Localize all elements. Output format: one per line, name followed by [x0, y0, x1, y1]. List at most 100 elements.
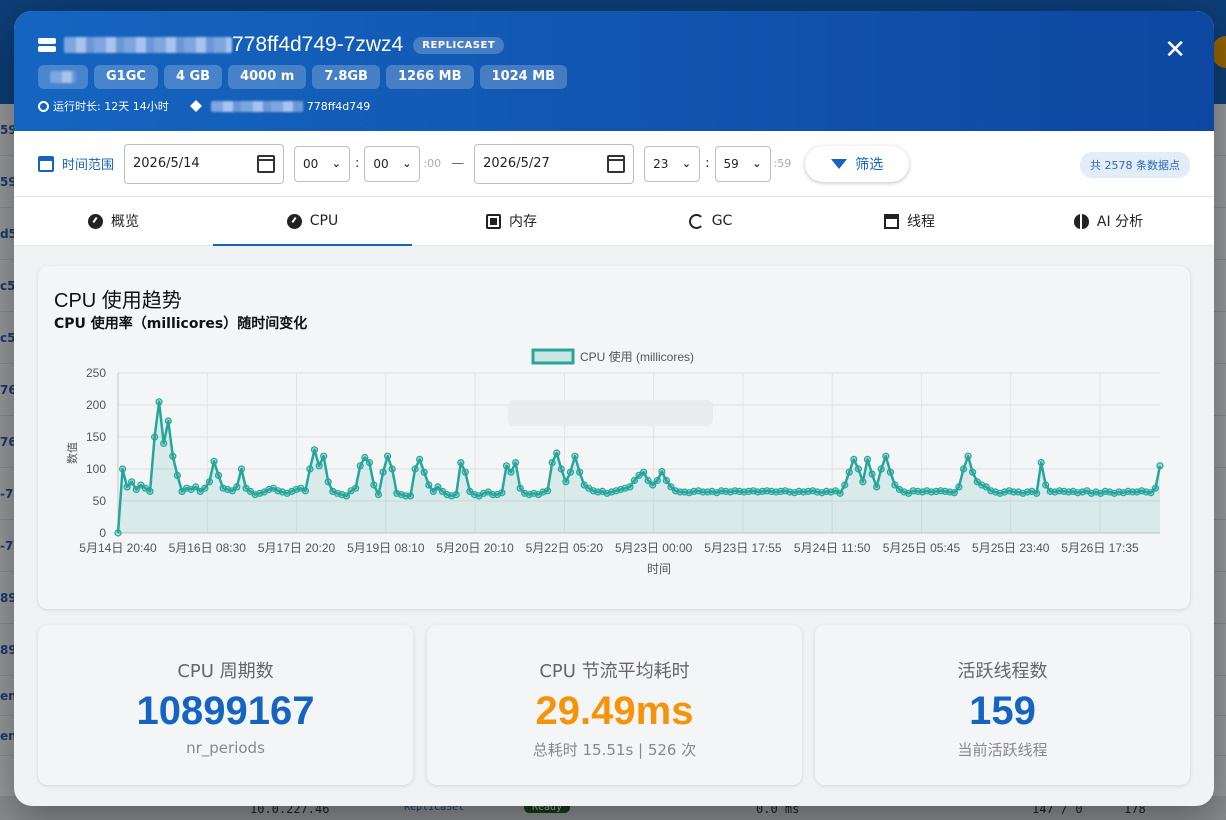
replicaset-name: 778ff4d749 [306, 99, 371, 113]
data-point [959, 465, 968, 473]
pod-name: 778ff4d749-7zwz4 [232, 33, 404, 56]
data-point [557, 465, 565, 473]
chip-icon [486, 213, 501, 229]
y-axis-title: 数值 [66, 442, 79, 464]
stat-label: CPU 周期数 [177, 661, 274, 682]
tab-3[interactable]: GC [611, 197, 810, 245]
data-point [512, 459, 520, 467]
x-tick-label: 5月14日 20:40 [79, 541, 157, 555]
start-minute-select[interactable]: 00 ⌄ [364, 145, 421, 182]
meta-row: 运行时长: 12天 14小时 778ff4d749 [38, 98, 1190, 114]
data-point [882, 452, 890, 460]
resource-chip: 7.8GB [312, 65, 380, 89]
range-separator: — [451, 156, 465, 171]
close-button[interactable]: ✕ [1164, 35, 1186, 65]
y-tick-label: 100 [86, 462, 106, 476]
time-colon: : [705, 156, 710, 171]
data-point [854, 465, 863, 473]
end-hour-value: 23 [653, 156, 669, 171]
data-point [571, 452, 579, 460]
chevron-down-icon: ⌄ [681, 157, 692, 170]
data-point [461, 468, 469, 476]
data-point [310, 446, 319, 454]
stat-card: 活跃线程数 159 当前活跃线程 [815, 625, 1190, 785]
data-point [214, 471, 223, 479]
brain-icon [1073, 213, 1089, 229]
data-point [160, 439, 168, 447]
end-minute-select[interactable]: 59 ⌄ [714, 145, 771, 182]
data-point [356, 462, 364, 470]
data-point [146, 487, 154, 495]
legend-swatch [531, 348, 575, 365]
stat-value: 159 [969, 689, 1036, 733]
data-point [639, 468, 648, 476]
data-point [237, 465, 245, 473]
data-point [955, 483, 963, 491]
data-point [653, 476, 661, 485]
x-tick-label: 5月24日 11:50 [794, 541, 871, 555]
resource-chip: 1024 MB [479, 65, 568, 89]
data-point [548, 459, 556, 467]
data-point [553, 449, 561, 457]
redacted-pod-name [64, 37, 232, 53]
start-hour-value: 00 [303, 156, 319, 171]
date-picker-icon[interactable] [257, 154, 276, 173]
stat-subtext: 当前活跃线程 [957, 741, 1048, 759]
x-tick-label: 5月26日 17:35 [1061, 541, 1139, 555]
start-hour-select[interactable]: 00 ⌄ [294, 145, 351, 182]
y-tick-label: 0 [99, 526, 106, 540]
tab-2[interactable]: 内存 [412, 197, 611, 245]
data-point [968, 468, 977, 476]
data-point [457, 459, 465, 467]
data-point [544, 487, 552, 495]
data-point [507, 468, 515, 476]
end-hour-select[interactable]: 23 ⌄ [644, 145, 701, 182]
data-point [379, 468, 387, 476]
start-date-input[interactable]: 2026/5/14 [124, 143, 285, 184]
data-point [118, 465, 127, 473]
data-point [626, 483, 634, 491]
network-icon [884, 213, 899, 229]
data-point [361, 453, 369, 462]
resource-chip: 1266 MB [385, 65, 474, 89]
end-date-input[interactable]: 2026/5/27 [474, 143, 635, 184]
resource-chip: 4000 m [228, 65, 307, 89]
data-point [420, 468, 428, 476]
y-tick-label: 250 [86, 366, 106, 380]
data-point [964, 452, 972, 460]
resource-chips: G1GC 4 GB 4000 m 7.8GB 1266 MB 1024 MB [38, 65, 1190, 89]
data-point-count: 共 2578 条数据点 [1080, 152, 1190, 178]
redacted-replicaset [210, 100, 303, 112]
data-point [566, 468, 575, 476]
data-point [868, 470, 876, 478]
end-minute-value: 59 [723, 156, 739, 171]
stat-card: CPU 周期数 10899167 nr_periods [38, 625, 413, 785]
stat-label: CPU 节流平均耗时 [539, 661, 690, 682]
time-filter-toolbar: 时间范围 2026/5/14 00 ⌄ : 00 ⌄ :00 — 2026/5/27… [14, 131, 1214, 197]
data-point [306, 465, 314, 473]
tab-1[interactable]: CPU [213, 197, 412, 246]
data-point [886, 468, 895, 476]
data-point [1156, 462, 1164, 470]
end-date-value: 2026/5/27 [483, 156, 550, 171]
tab-label: 线程 [907, 214, 935, 230]
tab-4[interactable]: 线程 [810, 197, 1009, 245]
filter-button[interactable]: 筛选 [805, 145, 910, 182]
y-tick-label: 50 [93, 494, 107, 508]
data-point [201, 484, 209, 492]
stat-subtext: 总耗时 15.51s | 526 次 [532, 741, 697, 759]
cpu-chart-card: CPU 使用趋势 CPU 使用率（millicores）随时间变化 0 50 100… [38, 266, 1190, 609]
clock-icon [38, 100, 49, 112]
tab-0[interactable]: 概览 [14, 197, 213, 245]
data-point [374, 491, 383, 499]
data-point [210, 457, 218, 465]
tab-5[interactable]: AI 分析 [1009, 197, 1208, 245]
stat-value: 29.49ms [535, 689, 694, 733]
data-point [169, 452, 177, 460]
x-tick-label: 5月22日 05:20 [526, 541, 604, 555]
chevron-down-icon: ⌄ [331, 157, 342, 170]
kind-badge: REPLICASET [413, 36, 505, 54]
data-point [205, 478, 213, 486]
tab-label: GC [711, 213, 733, 229]
date-picker-icon[interactable] [607, 154, 626, 173]
